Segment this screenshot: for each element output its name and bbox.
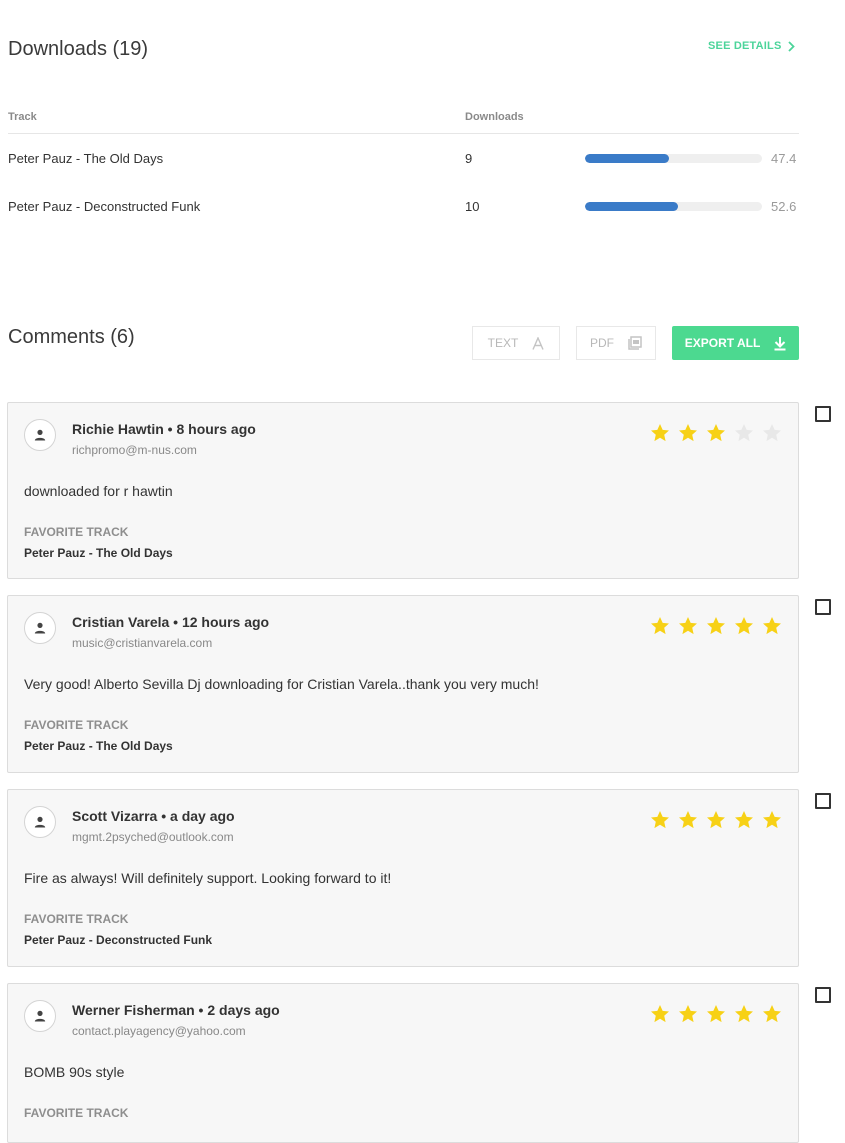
- star-icon: [735, 424, 753, 442]
- downloads-title: Downloads (19): [8, 38, 149, 60]
- comment-card: Scott Vizarra • a day ago mgmt.2psyched@o…: [7, 789, 799, 967]
- comments-title: Comments (6): [8, 326, 135, 348]
- comment-text: BOMB 90s style: [24, 1064, 125, 1080]
- star-icon: [651, 424, 669, 442]
- star-rating: [649, 422, 783, 444]
- star-icon: [735, 617, 753, 635]
- export-all-label: EXPORT ALL: [684, 336, 761, 350]
- favorite-track-name: Peter Pauz - The Old Days: [24, 739, 173, 753]
- chevron-right-icon: [787, 40, 795, 52]
- avatar: [24, 419, 56, 451]
- person-icon: [34, 816, 46, 828]
- download-share-fill: [585, 154, 669, 163]
- star-icon: [651, 811, 669, 829]
- star-icon: [651, 1005, 669, 1023]
- star-icon: [763, 1005, 781, 1023]
- comment-author: Cristian Varela • 12 hours ago: [72, 614, 270, 630]
- download-share-percent: 52.6: [771, 199, 797, 214]
- table-row: Peter Pauz - Deconstructed Funk 10 52.6: [8, 182, 799, 230]
- star-icon: [707, 617, 725, 635]
- star-icon: [735, 811, 753, 829]
- comment-email: contact.playagency@yahoo.com: [72, 1024, 246, 1038]
- comment-author: Werner Fisherman • 2 days ago: [72, 1002, 280, 1018]
- download-share-bar: [585, 202, 762, 211]
- comment-select-checkbox[interactable]: [815, 599, 831, 615]
- track-name: Peter Pauz - Deconstructed Funk: [8, 199, 201, 214]
- comment-author: Scott Vizarra • a day ago: [72, 808, 235, 824]
- person-icon: [34, 1010, 46, 1022]
- downloads-table-header: Track Downloads: [8, 108, 799, 134]
- comment-card: Richie Hawtin • 8 hours ago richpromo@m-n…: [7, 402, 799, 579]
- export-text-button[interactable]: TEXT: [472, 326, 560, 360]
- comment-select-checkbox[interactable]: [815, 406, 831, 422]
- download-count: 10: [465, 199, 480, 214]
- avatar: [24, 612, 56, 644]
- export-pdf-label: PDF: [590, 336, 614, 350]
- download-share-percent: 47.4: [771, 151, 797, 166]
- comment-text: downloaded for r hawtin: [24, 483, 173, 499]
- star-icon: [763, 617, 781, 635]
- comment-card: Cristian Varela • 12 hours ago music@cris…: [7, 595, 799, 773]
- download-share-fill: [585, 202, 679, 211]
- pdf-icon: [628, 336, 642, 350]
- star-icon: [763, 811, 781, 829]
- favorite-track-label: FAVORITE TRACK: [24, 1106, 129, 1120]
- favorite-track-name: Peter Pauz - The Old Days: [24, 546, 173, 560]
- font-a-icon: [532, 336, 544, 350]
- comment-select-checkbox[interactable]: [815, 987, 831, 1003]
- comment-email: richpromo@m-nus.com: [72, 443, 197, 457]
- star-icon: [679, 1005, 697, 1023]
- star-rating: [649, 809, 783, 831]
- table-row: Peter Pauz - The Old Days 9 47.4: [8, 134, 799, 182]
- star-icon: [679, 811, 697, 829]
- person-icon: [34, 429, 46, 441]
- star-icon: [707, 424, 725, 442]
- download-count: 9: [465, 151, 473, 166]
- comment-select-checkbox[interactable]: [815, 793, 831, 809]
- track-name: Peter Pauz - The Old Days: [8, 151, 164, 166]
- column-header-downloads: Downloads: [465, 111, 524, 123]
- comment-email: music@cristianvarela.com: [72, 636, 213, 650]
- see-details-link[interactable]: SEE DETAILS: [708, 40, 795, 52]
- see-details-label: SEE DETAILS: [708, 40, 782, 52]
- downloads-table: Track Downloads Peter Pauz - The Old Day…: [8, 108, 799, 230]
- export-text-label: TEXT: [487, 336, 519, 350]
- favorite-track-label: FAVORITE TRACK: [24, 912, 129, 926]
- favorite-track-label: FAVORITE TRACK: [24, 718, 129, 732]
- star-icon: [707, 1005, 725, 1023]
- column-header-track: Track: [8, 111, 37, 123]
- download-share-bar: [585, 154, 762, 163]
- export-all-button[interactable]: EXPORT ALL: [672, 326, 799, 360]
- star-icon: [651, 617, 669, 635]
- star-icon: [707, 811, 725, 829]
- person-icon: [34, 622, 46, 634]
- avatar: [24, 806, 56, 838]
- star-icon: [679, 424, 697, 442]
- star-rating: [649, 615, 783, 637]
- star-icon: [679, 617, 697, 635]
- export-pdf-button[interactable]: PDF: [576, 326, 656, 360]
- download-icon: [774, 336, 786, 350]
- comment-author: Richie Hawtin • 8 hours ago: [72, 421, 256, 437]
- star-icon: [763, 424, 781, 442]
- favorite-track-label: FAVORITE TRACK: [24, 525, 129, 539]
- avatar: [24, 1000, 56, 1032]
- comment-email: mgmt.2psyched@outlook.com: [72, 830, 234, 844]
- star-rating: [649, 1003, 783, 1025]
- comment-card: Werner Fisherman • 2 days ago contact.pla…: [7, 983, 799, 1143]
- comment-text: Very good! Alberto Sevilla Dj downloadin…: [24, 676, 539, 692]
- star-icon: [735, 1005, 753, 1023]
- comment-text: Fire as always! Will definitely support.…: [24, 870, 392, 886]
- favorite-track-name: Peter Pauz - Deconstructed Funk: [24, 933, 213, 947]
